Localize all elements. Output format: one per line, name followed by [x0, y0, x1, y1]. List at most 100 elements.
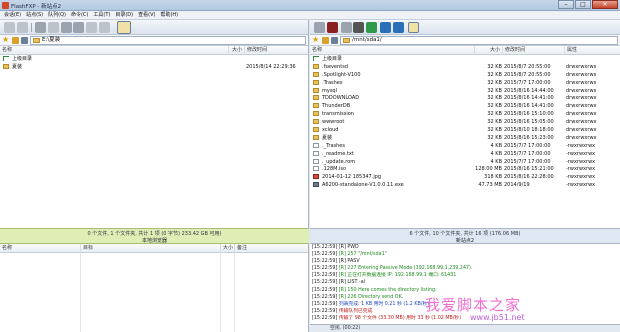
bookmark-icon[interactable]	[322, 37, 329, 44]
history-icon[interactable]	[21, 37, 28, 44]
column-modified[interactable]: 修改时间	[244, 46, 309, 55]
refresh-icon[interactable]	[393, 22, 404, 33]
minimize-button[interactable]: –	[558, 0, 574, 9]
column-attributes[interactable]: 属性	[564, 46, 620, 55]
folder-icon	[313, 119, 319, 125]
file-row[interactable]: .Trashes 32 KB 2015/7/7 17:00:00 drwxrwxrwx	[310, 79, 620, 88]
transfer-icon[interactable]	[35, 22, 46, 33]
log-timestamp: [15:22:59]	[312, 280, 339, 286]
favorites-star-icon[interactable]: ★	[312, 36, 320, 44]
home-icon[interactable]	[408, 22, 419, 33]
log-timestamp: [15:22:59]	[312, 259, 339, 265]
file-row[interactable]: .fseventsd 32 KB 2015/8/7 20:55:00 drwxrwxr…	[310, 63, 620, 72]
file-size: 4 KB	[490, 150, 502, 157]
close-button[interactable]: ✕	[592, 0, 618, 9]
parent-directory-icon[interactable]	[61, 22, 72, 33]
log-line: [15:22:59] [R] 227 Entering Passive Mode…	[310, 265, 620, 272]
parent-directory-icon[interactable]	[366, 22, 377, 33]
remote-path-field[interactable]: /mnt/sda1/	[340, 36, 618, 45]
file-row[interactable]: 2014-01-12 185347.jpg 318 KB 2015/8/16 22:…	[310, 174, 620, 182]
file-modified: 2015/8/16 15:10:00	[504, 111, 554, 118]
file-row[interactable]: 上级目录	[0, 56, 308, 64]
file-row[interactable]: 上级目录	[310, 56, 620, 64]
log-message: [R] 227 Entering Passive Mode (192,168,9…	[338, 266, 473, 272]
file-row[interactable]: ._Trashes 4 KB 2015/7/7 17:00:00 -rwxrwxrwx	[310, 142, 620, 151]
column-name[interactable]: 名称	[0, 46, 228, 55]
maximize-button[interactable]: □	[575, 0, 591, 9]
transfer-icon[interactable]	[341, 22, 352, 33]
log-timestamp: [15:22:59]	[312, 301, 339, 307]
menu-directory[interactable]: 目录(D)	[115, 11, 133, 19]
file-modified: 2015/7/7 17:00:00	[504, 150, 551, 157]
menu-help[interactable]: 帮助(H)	[160, 11, 178, 19]
file-modified: 2015/8/14 22:29:36	[246, 63, 296, 70]
file-modified: 2015/8/16 15:23:00	[504, 134, 554, 141]
file-attributes: -rwxrwxrwx	[566, 142, 596, 149]
bookmark-icon[interactable]	[12, 37, 19, 44]
log-line: [15:22:59] [R] 正在打开数据连接 IP: 192.168.99.1…	[310, 272, 620, 279]
local-path-field[interactable]: E:\夏装	[30, 36, 306, 45]
file-row[interactable]: TDDOWNLOAD 32 KB 2015/8/16 14:41:00 drwxrwx…	[310, 95, 620, 103]
file-row[interactable]: 夏装 32 KB 2015/8/16 15:23:00 drwxrwxrwx	[310, 134, 620, 143]
file-row[interactable]: .128M.iso 128.00 MB 2015/8/16 15:21:00 -rwx…	[310, 166, 620, 174]
disconnect-icon[interactable]	[17, 22, 28, 33]
column-size[interactable]: 大小	[474, 46, 502, 55]
queue-column-target[interactable]: 目标	[80, 244, 220, 253]
menu-view[interactable]: 查看(V)	[138, 11, 155, 19]
file-row[interactable]: ThunderDB 32 KB 2015/8/16 14:41:00 drwxrwxr…	[310, 103, 620, 111]
toolbar-separator	[31, 23, 32, 32]
file-size: 32 KB	[487, 95, 502, 102]
options-icon[interactable]	[99, 22, 110, 33]
window-title: FlashFXP - 新站点2	[11, 4, 62, 10]
queue-column-name[interactable]: 名称	[0, 244, 80, 253]
menu-queue[interactable]: 队列(Q)	[48, 11, 66, 19]
log-timestamp: [15:22:59]	[312, 252, 339, 258]
log-message: 传输了 98 个文件 (33.30 MB) 用时 33 秒 (1.02 MB/秒…	[338, 315, 462, 321]
file-row[interactable]: xcloud 32 KB 2015/8/10 18:18:00 drwxrwxrwx	[310, 127, 620, 135]
file-row[interactable]: mysql 32 KB 2015/8/16 14:44:00 drwxrwxrwx	[310, 87, 620, 96]
view-icon[interactable]	[86, 22, 97, 33]
file-row[interactable]: ._update.rom 4 KB 2015/7/7 17:00:00 -rwxrwx…	[310, 158, 620, 167]
file-row[interactable]: A6200-standalone-V1.0.0.11.exe 47.73 MB 20…	[310, 182, 620, 190]
home-icon[interactable]	[117, 21, 131, 34]
log-line: [15:22:59] 传输了 98 个文件 (33.30 MB) 用时 33 秒…	[310, 315, 620, 322]
history-icon[interactable]	[331, 37, 338, 44]
file-name: xcloud	[322, 127, 339, 134]
column-modified[interactable]: 修改时间	[502, 46, 564, 55]
remote-status-bar: 6 个文件, 10 个文件夹, 共计 16 项 (176.06 MB) 新站点2	[310, 228, 620, 244]
menu-sites[interactable]: 站点(S)	[26, 11, 43, 19]
menu-session[interactable]: 会话(E)	[4, 11, 21, 19]
file-row[interactable]: 夏装 2015/8/14 22:29:36	[0, 63, 308, 72]
column-size[interactable]: 大小	[228, 46, 244, 55]
favorites-star-icon[interactable]: ★	[2, 36, 10, 44]
queue-column-size[interactable]: 大小	[220, 244, 234, 253]
connect-icon[interactable]	[4, 22, 15, 33]
file-size: 32 KB	[487, 87, 502, 94]
menu-commands[interactable]: 命令(C)	[71, 11, 88, 19]
stop-icon[interactable]	[48, 22, 59, 33]
disconnect-icon[interactable]	[327, 22, 338, 33]
remote-toolbar	[310, 20, 620, 35]
column-name[interactable]: 名称	[310, 46, 474, 55]
view-icon[interactable]	[380, 22, 391, 33]
folder-icon	[313, 63, 319, 69]
file-attributes: drwxrwxrwx	[566, 63, 597, 70]
refresh-icon[interactable]	[73, 22, 84, 33]
connect-icon[interactable]	[314, 22, 325, 33]
file-attributes: drwxrwxrwx	[566, 127, 597, 134]
local-pane-label: 本地浏览器	[141, 238, 167, 244]
file-row[interactable]: .Spotlight-V100 32 KB 2015/8/7 20:55:00 drw…	[310, 71, 620, 80]
stop-icon[interactable]	[353, 22, 364, 33]
app-icon	[2, 2, 9, 9]
menu-tools[interactable]: 工具(T)	[93, 11, 110, 19]
log-message: [R] LIST -al	[338, 280, 366, 286]
file-row[interactable]: wwwroot 32 KB 2015/8/16 15:05:00 drwxrwxrwx	[310, 119, 620, 127]
file-row[interactable]: transmission 32 KB 2015/8/16 15:10:00 drwxr…	[310, 111, 620, 119]
remote-path-bar: ★ /mnt/sda1/	[310, 35, 620, 46]
file-attributes: -rwxrwxrwx	[566, 166, 596, 173]
queue-column-note[interactable]: 备注	[234, 244, 309, 253]
file-name: A6200-standalone-V1.0.0.11.exe	[322, 182, 404, 189]
file-modified: 2015/8/16 15:21:00	[504, 166, 554, 173]
local-toolbar	[0, 20, 308, 35]
file-row[interactable]: ._readme.txt 4 KB 2015/7/7 17:00:00 -rwxrwx…	[310, 150, 620, 159]
